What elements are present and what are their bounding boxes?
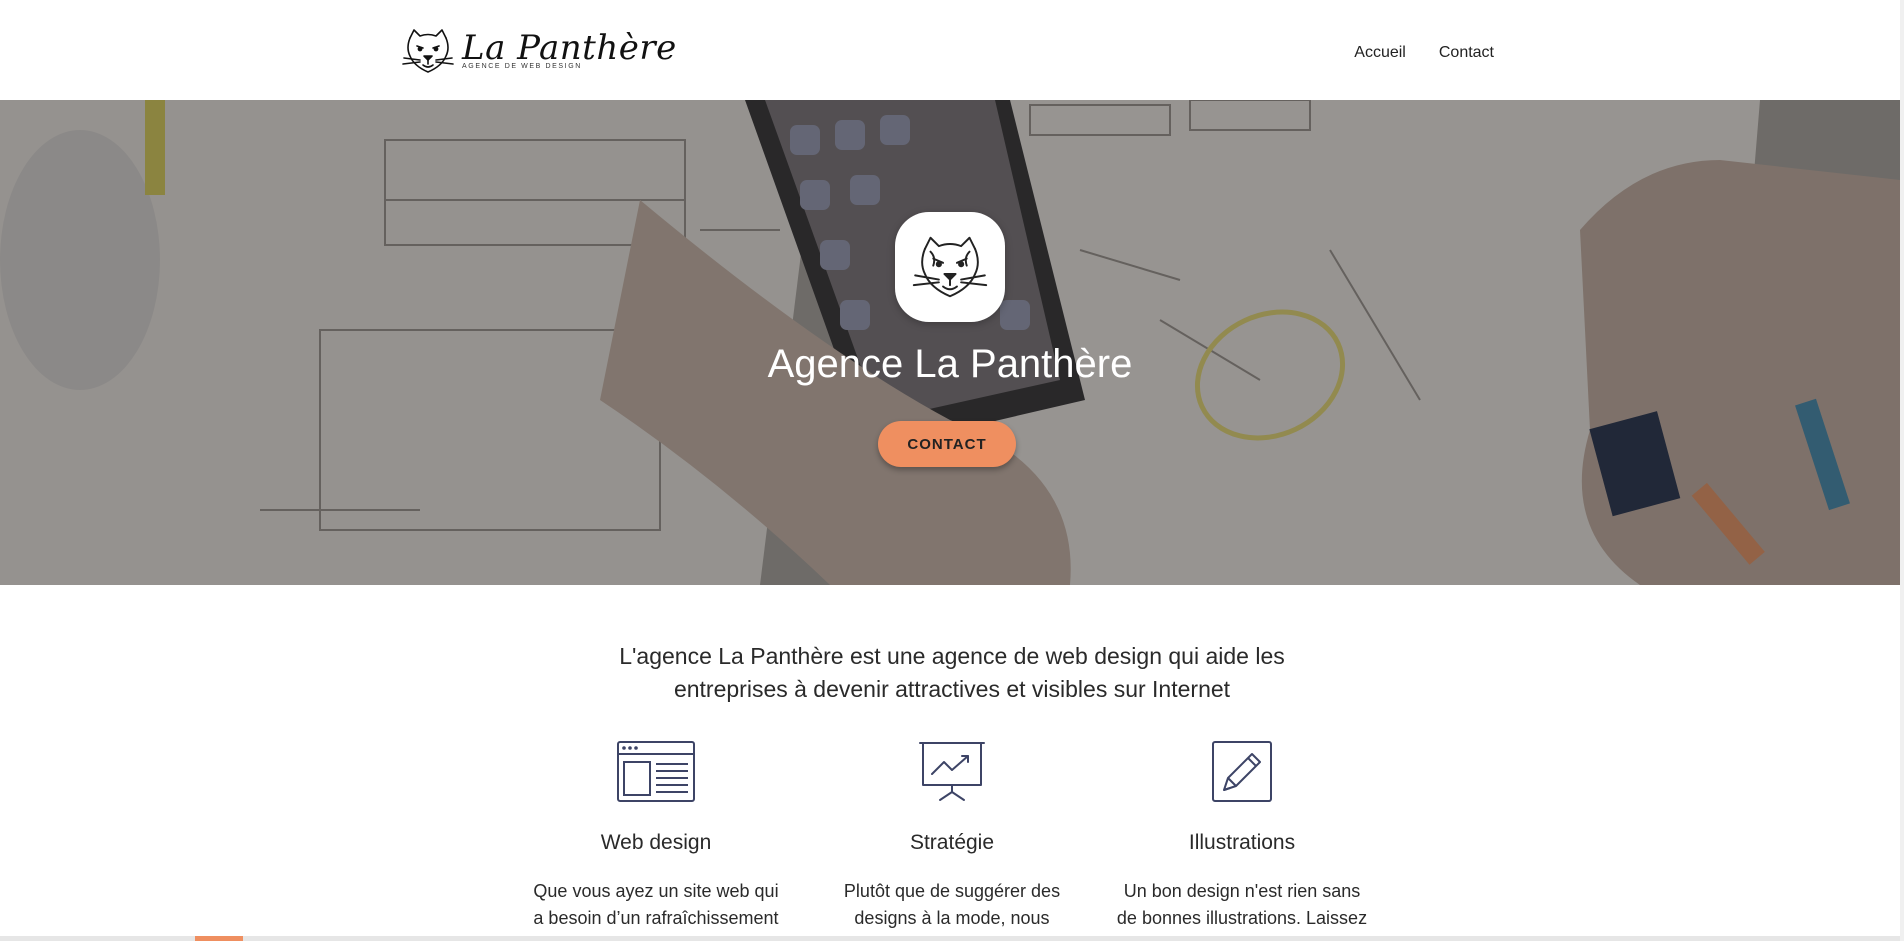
hero-section: Agence La Panthère CONTACT: [0, 100, 1900, 585]
browser-window-icon: [617, 741, 695, 802]
logo-wordmark: La Panthère: [462, 28, 677, 68]
next-section-edge: [0, 936, 1904, 941]
nav-link-contact[interactable]: Contact: [1439, 44, 1494, 62]
service-card-illustrations: Illustrations Un bon design n'est rien s…: [1112, 740, 1372, 932]
main-nav: Accueil Contact: [1354, 44, 1494, 62]
site-logo[interactable]: La Panthère Agence de web design: [400, 26, 677, 76]
service-card-web-design: Web design Que vous ayez un site web qui…: [526, 740, 786, 932]
panther-logo-icon: [402, 29, 454, 73]
intro-text: L'agence La Panthère est une agence de w…: [619, 643, 1285, 702]
accent-bar: [195, 936, 243, 941]
service-card-strategie: Stratégie Plutôt que de suggérer des des…: [822, 740, 1082, 932]
service-title: Web design: [600, 831, 712, 854]
hero-title: Agence La Panthère: [767, 342, 1133, 386]
service-description: Plutôt que de suggérer des designs à la …: [843, 881, 1061, 928]
intro-section: L'agence La Panthère est une agence de w…: [0, 640, 1904, 706]
service-title: Illustrations: [1188, 831, 1296, 854]
nav-link-accueil[interactable]: Accueil: [1354, 44, 1406, 62]
panther-head-icon: [912, 236, 988, 298]
service-description: Un bon design n'est rien sans de bonnes …: [1116, 881, 1368, 928]
presentation-chart-icon: [919, 742, 985, 801]
hero-logo-badge: [895, 212, 1005, 322]
site-header: La Panthère Agence de web design Accueil…: [0, 0, 1904, 100]
service-title: Stratégie: [909, 831, 995, 854]
service-description: Que vous ayez un site web qui a besoin d…: [533, 881, 779, 928]
page-scrollbar[interactable]: [1900, 0, 1904, 941]
pencil-edit-icon: [1212, 741, 1272, 802]
contact-button[interactable]: CONTACT: [878, 421, 1016, 467]
